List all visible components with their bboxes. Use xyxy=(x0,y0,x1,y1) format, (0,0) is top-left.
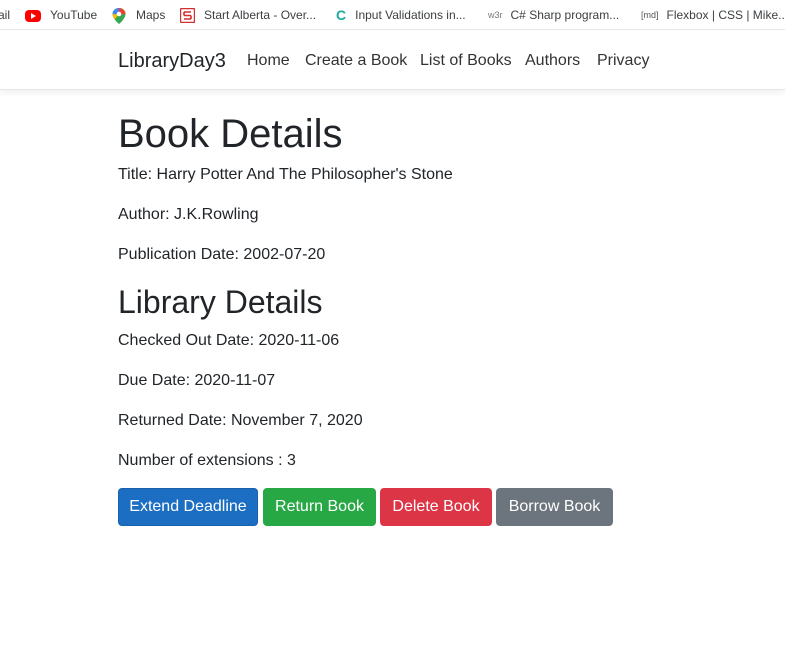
bookmark-label: C# Sharp program... xyxy=(510,8,620,22)
bookmark-flexbox[interactable]: [md] Flexbox | CSS | Mike... xyxy=(641,7,785,23)
nav-link-authors[interactable]: Authors xyxy=(525,52,580,70)
bookmark-csharp[interactable]: w3r C# Sharp program... xyxy=(488,7,619,23)
bookmark-label: Flexbox | CSS | Mike... xyxy=(666,8,785,22)
nav-link-list-of-books[interactable]: List of Books xyxy=(420,52,512,70)
number-of-extensions: Number of extensions : 3 xyxy=(118,452,296,469)
due-date: Due Date: 2020-11-07 xyxy=(118,372,276,389)
returned-date: Returned Date: November 7, 2020 xyxy=(118,412,363,429)
md-icon: [md] xyxy=(641,9,659,20)
extend-deadline-button[interactable]: Extend Deadline xyxy=(118,488,258,526)
nav-link-home[interactable]: Home xyxy=(247,52,290,70)
maps-pin-icon xyxy=(112,7,127,24)
book-title: Title: Harry Potter And The Philosopher'… xyxy=(118,166,453,183)
w3r-icon: w3r xyxy=(488,9,503,20)
checked-out-date: Checked Out Date: 2020-11-06 xyxy=(118,332,340,349)
navbar: LibraryDay3 Home Create a Book List of B… xyxy=(0,31,785,90)
bookmark-youtube[interactable]: YouTube xyxy=(25,7,97,23)
bookmark-label: Maps xyxy=(136,8,166,22)
return-book-button[interactable]: Return Book xyxy=(263,488,376,526)
bookmark-gmail[interactable]: ail xyxy=(0,7,10,23)
library-details-heading: Library Details xyxy=(118,284,323,320)
page-title: Book Details xyxy=(118,112,343,156)
bookmark-start-alberta[interactable]: Start Alberta - Over... xyxy=(180,7,316,23)
bookmarks-bar: ail YouTube Maps Start Alberta - Over...… xyxy=(0,0,785,30)
c-letter-icon: C xyxy=(336,6,347,23)
navbar-brand[interactable]: LibraryDay3 xyxy=(118,50,226,73)
book-author: Author: J.K.Rowling xyxy=(118,206,259,223)
bookmark-label: Start Alberta - Over... xyxy=(204,8,317,22)
delete-book-button[interactable]: Delete Book xyxy=(380,488,492,526)
youtube-icon xyxy=(25,9,41,22)
bookmark-label: YouTube xyxy=(50,8,98,22)
bookmark-input-validations[interactable]: C Input Validations in... xyxy=(336,7,466,23)
bookmark-maps[interactable]: Maps xyxy=(112,7,166,24)
book-publication-date: Publication Date: 2002-07-20 xyxy=(118,246,326,263)
nav-link-privacy[interactable]: Privacy xyxy=(597,52,649,70)
borrow-book-button[interactable]: Borrow Book xyxy=(496,488,613,526)
bookmark-label: Input Validations in... xyxy=(355,8,466,22)
start-alberta-icon xyxy=(180,7,195,23)
bookmark-label: ail xyxy=(0,8,11,22)
nav-link-create-book[interactable]: Create a Book xyxy=(305,52,407,70)
